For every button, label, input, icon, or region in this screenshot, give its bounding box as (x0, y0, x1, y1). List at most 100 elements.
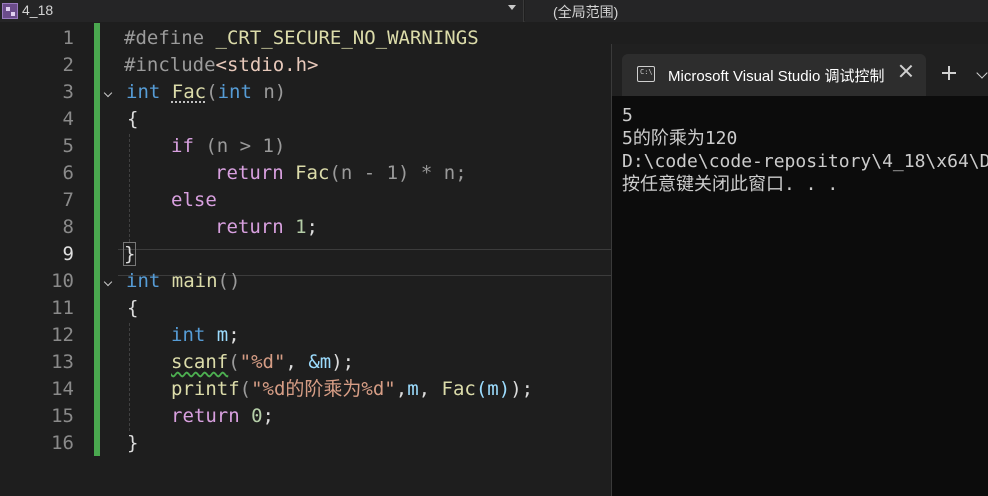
line-number: 11 (51, 297, 74, 319)
code-line-14: printf("%d的阶乘为%d",m, Fac(m)); (171, 376, 533, 403)
line-number-current: 9 (62, 243, 74, 265)
code-line-3: int Fac(int n) (126, 79, 286, 106)
type-keyword: int (126, 270, 161, 292)
project-title: 4_18 (22, 2, 54, 18)
control-keyword: else (171, 189, 217, 211)
paren: ); (510, 378, 534, 400)
function-name: Fac (171, 81, 207, 103)
paren: ( (206, 81, 218, 103)
add-tab-icon[interactable] (942, 66, 956, 80)
line-number: 5 (62, 135, 74, 157)
type-keyword: int (217, 81, 252, 103)
argument: (m) (475, 378, 511, 400)
brace: } (122, 242, 137, 266)
indent-guide (129, 134, 130, 242)
indent-guide (129, 323, 130, 431)
line-number: 2 (62, 54, 74, 76)
parameter: n (263, 81, 275, 103)
line-number: 8 (62, 216, 74, 238)
expression: (n - 1) * n; (329, 162, 467, 184)
line-number-gutter: 1 2 3 4 5 6 7 8 9 10 11 12 13 14 15 16 (0, 23, 100, 496)
function-call: scanf (171, 351, 229, 373)
change-indicator-bar (94, 23, 100, 456)
console-line: 5的阶乘为120 (622, 128, 738, 149)
brace: } (127, 432, 139, 454)
variable: &m (308, 351, 332, 373)
line-number: 3 (62, 81, 74, 103)
paren: ( (239, 378, 252, 400)
paren: ) (274, 81, 287, 103)
console-line: 按任意键关闭此窗口. . . (622, 174, 839, 195)
line-number: 15 (51, 405, 74, 427)
comma: , (418, 378, 442, 400)
code-line-7: else (171, 187, 217, 214)
variable: m (216, 324, 229, 346)
function-call: printf (171, 378, 240, 400)
console-line: 5 (622, 105, 633, 126)
type-keyword: int (171, 324, 206, 346)
scope-dropdown[interactable]: (全局范围) (525, 0, 988, 22)
code-line-10: int main() (126, 268, 240, 295)
fold-chevron-icon[interactable] (103, 268, 114, 295)
line-number: 12 (51, 324, 74, 346)
brace: { (127, 297, 139, 319)
string-literal: "%d" (239, 351, 286, 373)
string-literal: "%d的阶乘为%d" (251, 378, 396, 400)
paren: () (217, 270, 241, 292)
control-keyword: if (171, 135, 194, 157)
expression: (n > 1) (205, 135, 286, 157)
project-icon (2, 3, 18, 19)
console-line: D:\code\code-repository\4_18\x64\Debug\4… (622, 151, 988, 172)
number-literal: 0 (251, 405, 263, 427)
line-number: 10 (51, 270, 74, 292)
close-icon[interactable] (898, 63, 914, 79)
preprocessor-directive: #define (124, 27, 205, 49)
code-line-16: } (127, 430, 138, 457)
chevron-down-icon[interactable] (508, 5, 516, 10)
line-number: 1 (62, 27, 74, 49)
line-number: 16 (51, 432, 74, 454)
debug-console-window[interactable]: Microsoft Visual Studio 调试控制台 5 5的阶乘为120… (611, 44, 988, 496)
include-header: <stdio.h> (215, 54, 319, 76)
code-line-1: #define _CRT_SECURE_NO_WARNINGS (124, 25, 479, 52)
scope-label: (全局范围) (553, 4, 619, 20)
semicolon: ; (262, 405, 274, 427)
fold-chevron-icon[interactable] (103, 79, 114, 106)
variable: m (407, 378, 419, 400)
line-number: 13 (51, 351, 74, 373)
macro-name: _CRT_SECURE_NO_WARNINGS (215, 27, 479, 49)
code-line-6: return Fac(n - 1) * n; (215, 160, 467, 187)
code-line-11: { (127, 295, 138, 322)
code-line-2: #include<stdio.h> (124, 52, 318, 79)
code-line-9: } (122, 241, 137, 268)
paren: ); (331, 351, 355, 373)
paren: ( (228, 351, 240, 373)
console-tab[interactable]: Microsoft Visual Studio 调试控制台 (622, 54, 926, 96)
number-literal: 1 (295, 216, 307, 238)
line-number: 14 (51, 378, 74, 400)
code-line-5: if (n > 1) (171, 133, 285, 160)
console-tab-bar: Microsoft Visual Studio 调试控制台 (612, 44, 988, 96)
code-line-12: int m; (171, 322, 240, 349)
console-output[interactable]: 5 5的阶乘为120 D:\code\code-repository\4_18\… (622, 104, 988, 484)
semicolon: ; (228, 324, 240, 346)
navigation-bar: 4_18 (全局范围) (0, 0, 988, 22)
function-call: Fac (295, 162, 330, 184)
control-keyword: return (215, 216, 284, 238)
line-number: 4 (62, 108, 74, 130)
type-keyword: int (126, 81, 161, 103)
control-keyword: return (171, 405, 240, 427)
console-tab-title: Microsoft Visual Studio 调试控制台 (668, 68, 884, 85)
brace: { (127, 108, 139, 130)
code-line-4: { (127, 106, 138, 133)
preprocessor-directive: #include (124, 54, 216, 76)
function-name: main (171, 270, 218, 292)
code-line-15: return 0; (171, 403, 274, 430)
comma: , (285, 351, 309, 373)
project-dropdown[interactable]: 4_18 (0, 0, 524, 22)
terminal-icon (637, 66, 655, 82)
function-call: Fac (441, 378, 476, 400)
semicolon: ; (306, 216, 318, 238)
code-line-13: scanf("%d", &m); (171, 349, 354, 376)
chevron-down-icon[interactable] (976, 67, 988, 79)
